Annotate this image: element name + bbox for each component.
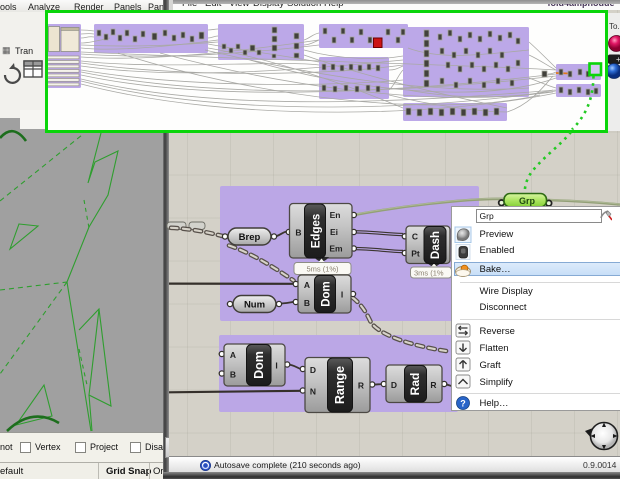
svg-text:?: ?: [460, 398, 466, 408]
